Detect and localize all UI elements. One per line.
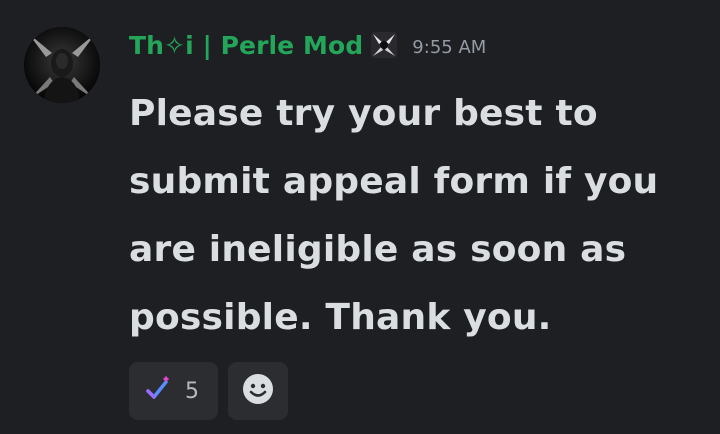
chat-message: Th✧i | Perle Mod 9:55 AM Please try your…	[0, 0, 720, 434]
add-reaction-button[interactable]	[228, 362, 288, 420]
smiley-face-icon	[242, 373, 274, 409]
reaction-count: 5	[185, 378, 199, 404]
message-text: Please try your best to submit appeal fo…	[129, 93, 659, 338]
message-timestamp[interactable]: 9:55 AM	[412, 32, 486, 58]
reaction-bar: 5	[129, 362, 288, 420]
message-header: Th✧i | Perle Mod 9:55 AM	[129, 27, 486, 63]
reaction-checkmark[interactable]: 5	[129, 362, 218, 420]
author-name[interactable]: Th✧i | Perle Mod	[129, 31, 363, 60]
user-avatar[interactable]	[24, 27, 100, 103]
checkmark-sparkle-icon	[145, 376, 171, 406]
avatar-image	[24, 27, 100, 103]
mod-badge-icon[interactable]	[370, 31, 398, 59]
